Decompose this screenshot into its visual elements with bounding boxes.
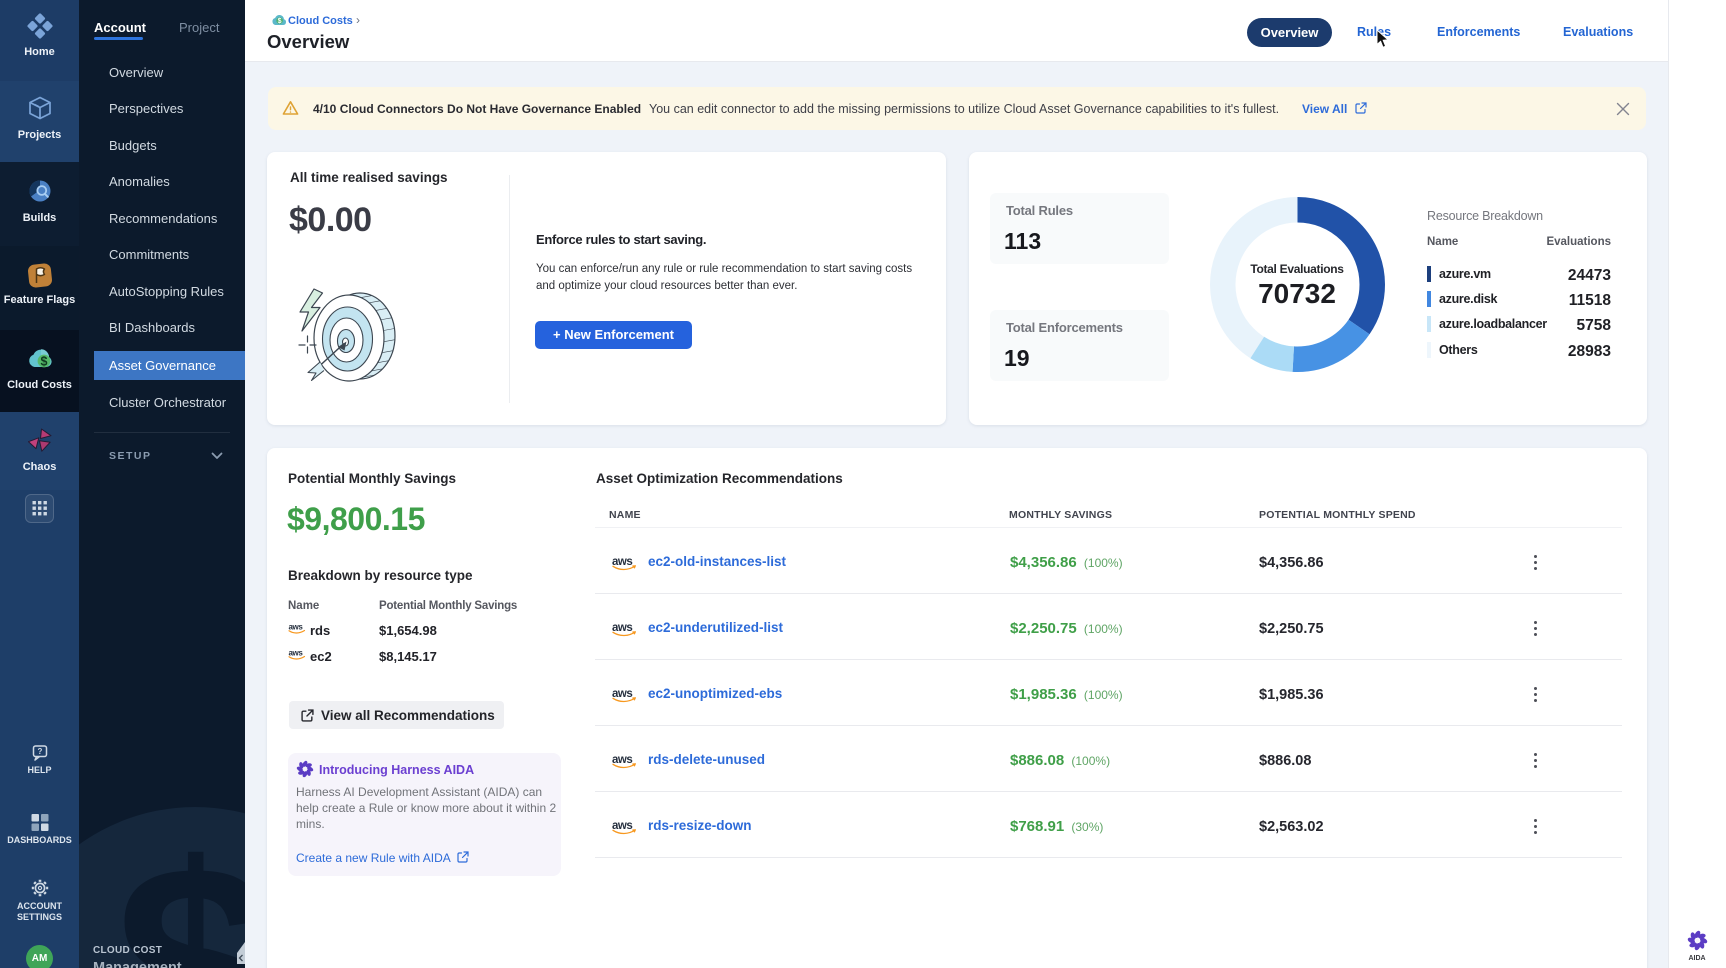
svg-text:$: $ <box>278 18 282 25</box>
svg-text:?: ? <box>37 747 42 756</box>
svg-text:$: $ <box>40 355 47 369</box>
